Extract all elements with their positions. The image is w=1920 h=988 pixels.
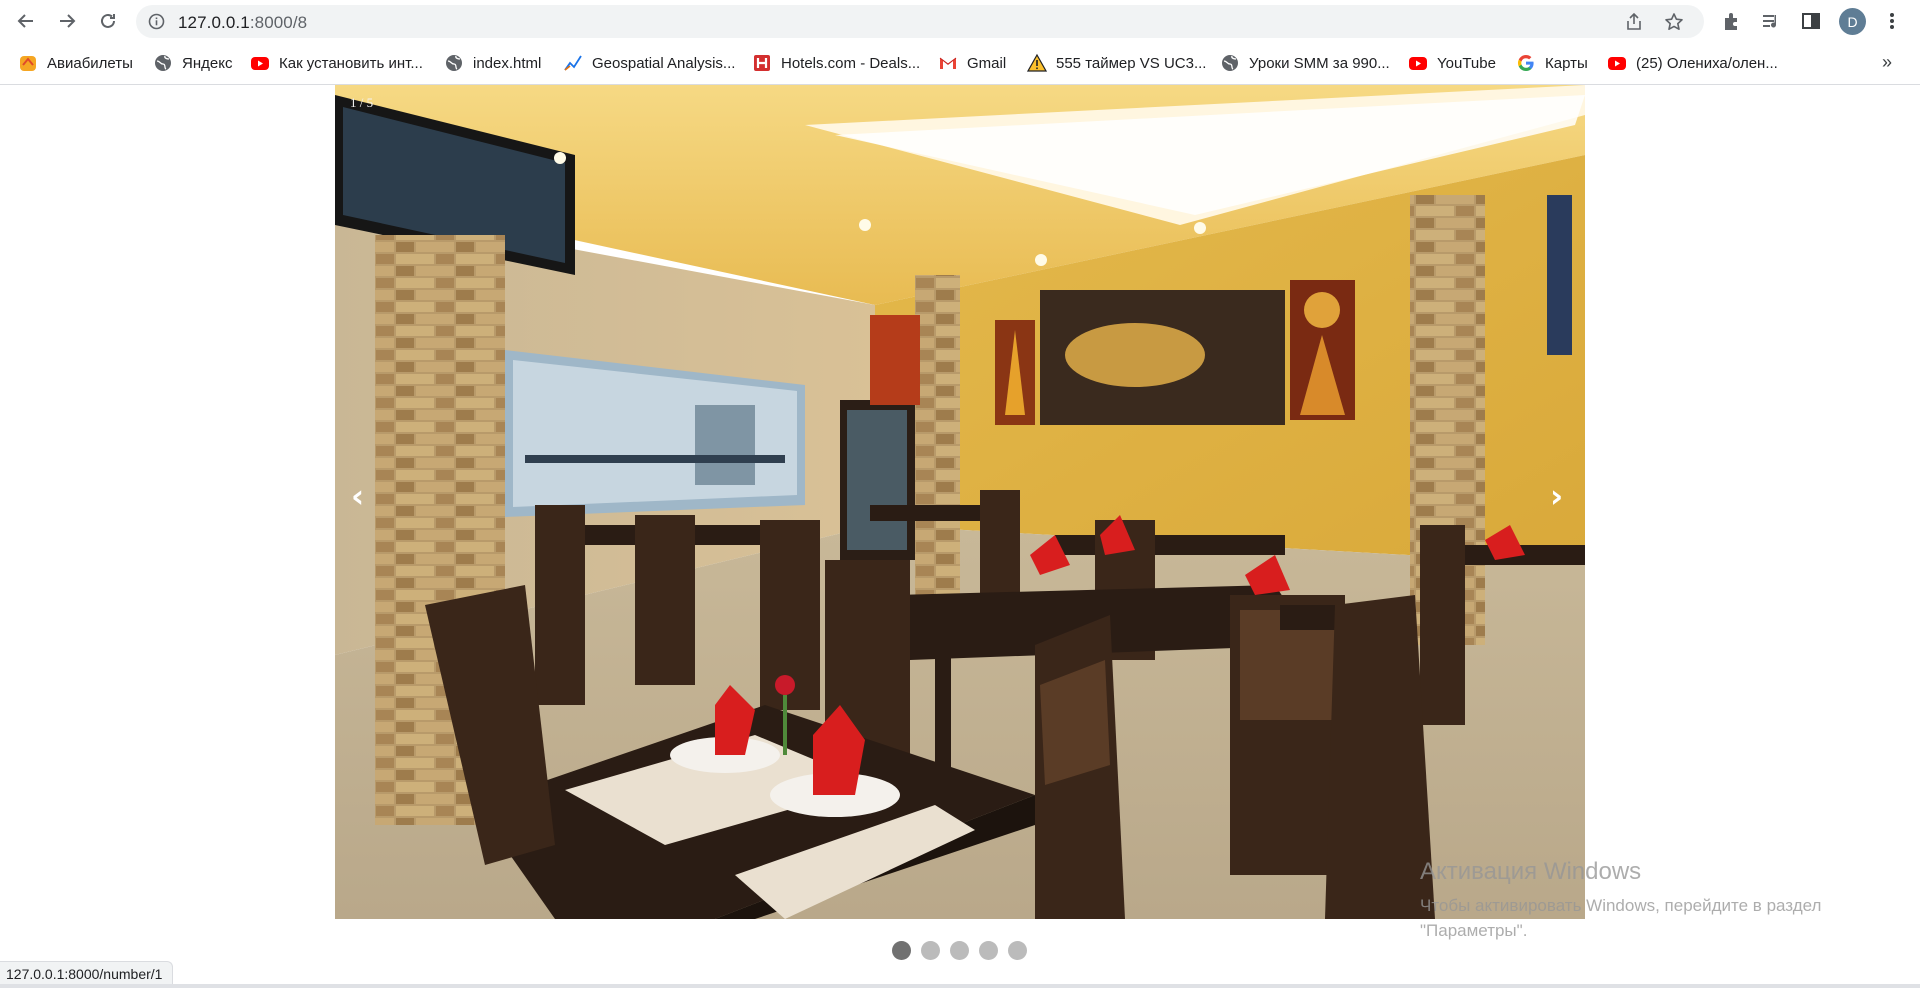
- bookmark-yandex[interactable]: Яндекс: [153, 51, 232, 75]
- bookmark-label: Авиабилеты: [47, 54, 133, 72]
- bookmark-label: 555 таймер VS UC3...: [1056, 54, 1207, 72]
- next-slide-button[interactable]: ›: [1550, 477, 1563, 515]
- hotels-icon: [754, 55, 770, 71]
- bookmark-hotels[interactable]: Hotels.com - Deals...: [752, 51, 920, 75]
- slide-dot-3[interactable]: [950, 941, 969, 960]
- globe-icon: [446, 55, 462, 71]
- bookmark-gmail[interactable]: Gmail: [938, 51, 1006, 75]
- google-icon: [1517, 54, 1534, 71]
- warning-icon: [1027, 53, 1047, 72]
- bookmarks-bar: Авиабилеты Яндекс Как установить инт... …: [0, 42, 1920, 85]
- bookmark-youtube[interactable]: YouTube: [1408, 51, 1496, 75]
- taskbar-edge: [0, 984, 1920, 988]
- kebab-menu-icon[interactable]: [1881, 10, 1903, 32]
- bookmarks-overflow-button[interactable]: »: [1882, 52, 1892, 73]
- back-arrow-icon: [17, 14, 33, 28]
- slide-dot-1[interactable]: [892, 941, 911, 960]
- bookmark-index-html[interactable]: index.html: [444, 51, 541, 75]
- watermark-line1: Чтобы активировать Windows, перейдите в …: [1420, 896, 1822, 915]
- youtube-icon: [1608, 57, 1626, 70]
- slide-dot-4[interactable]: [979, 941, 998, 960]
- bookmark-uroki-smm[interactable]: Уроки SMM за 990...: [1220, 51, 1390, 75]
- star-icon[interactable]: [1664, 12, 1684, 32]
- url-host: 127.0.0.1: [178, 13, 250, 32]
- url-text[interactable]: 127.0.0.1:8000/8: [178, 13, 307, 33]
- bookmark-label: Geospatial Analysis...: [592, 54, 736, 72]
- watermark-line2: "Параметры".: [1420, 921, 1528, 940]
- globe-icon: [1222, 55, 1238, 71]
- bookmark-aviabilety[interactable]: Авиабилеты: [18, 51, 133, 75]
- reload-icon: [101, 13, 115, 28]
- back-button[interactable]: [10, 5, 42, 37]
- bookmark-label: Как установить инт...: [279, 54, 423, 72]
- site-info-icon[interactable]: [148, 13, 165, 30]
- windows-activation-watermark: Активация Windows Чтобы активировать Win…: [1420, 858, 1821, 943]
- bookmark-olenikha[interactable]: (25) Олениха/олен...: [1607, 51, 1778, 75]
- prev-slide-button[interactable]: ‹: [351, 477, 364, 515]
- browser-toolbar: 127.0.0.1:8000/8 D: [0, 0, 1920, 42]
- address-bar[interactable]: 127.0.0.1:8000/8: [136, 5, 1704, 38]
- youtube-icon: [1409, 57, 1427, 70]
- bookmark-label: Уроки SMM за 990...: [1249, 54, 1390, 72]
- youtube-icon: [251, 57, 269, 70]
- bookmark-label: Карты: [1545, 54, 1588, 72]
- bookmark-kak-ustanovit[interactable]: Как установить инт...: [250, 51, 423, 75]
- watermark-title: Активация Windows: [1420, 858, 1642, 885]
- gmail-icon: [939, 57, 957, 69]
- profile-avatar[interactable]: D: [1839, 8, 1866, 35]
- forward-button[interactable]: [51, 5, 83, 37]
- reading-list-icon[interactable]: [1760, 10, 1782, 32]
- side-panel-icon[interactable]: [1800, 10, 1822, 32]
- bookmark-555-taimer[interactable]: 555 таймер VS UC3...: [1027, 51, 1206, 75]
- bookmark-label: index.html: [473, 54, 542, 72]
- url-path: :8000/8: [249, 13, 308, 32]
- bookmark-karty[interactable]: Карты: [1516, 51, 1588, 75]
- globe-icon: [155, 55, 171, 71]
- share-icon[interactable]: [1624, 12, 1644, 32]
- bookmark-geospatial[interactable]: Geospatial Analysis...: [563, 51, 735, 75]
- chart-line-icon: [564, 55, 582, 71]
- reload-button[interactable]: [92, 5, 124, 37]
- forward-arrow-icon: [60, 14, 76, 28]
- status-bar-url: 127.0.0.1:8000/number/1: [0, 961, 174, 986]
- slide-dots: [892, 941, 1037, 960]
- bookmark-label: Яндекс: [182, 54, 233, 72]
- bookmark-label: Gmail: [967, 54, 1007, 72]
- slideshow-container: 1 / 5 ‹ ›: [335, 85, 1585, 919]
- bookmark-label: (25) Олениха/олен...: [1636, 54, 1778, 72]
- extensions-icon[interactable]: [1721, 10, 1743, 32]
- restaurant-interior-image: [335, 85, 1585, 919]
- aviasales-icon: [20, 56, 36, 71]
- slide-dot-5[interactable]: [1008, 941, 1027, 960]
- bookmark-label: Hotels.com - Deals...: [781, 54, 921, 72]
- slide-dot-2[interactable]: [921, 941, 940, 960]
- bookmark-label: YouTube: [1437, 54, 1496, 72]
- slide-counter: 1 / 5: [350, 95, 374, 110]
